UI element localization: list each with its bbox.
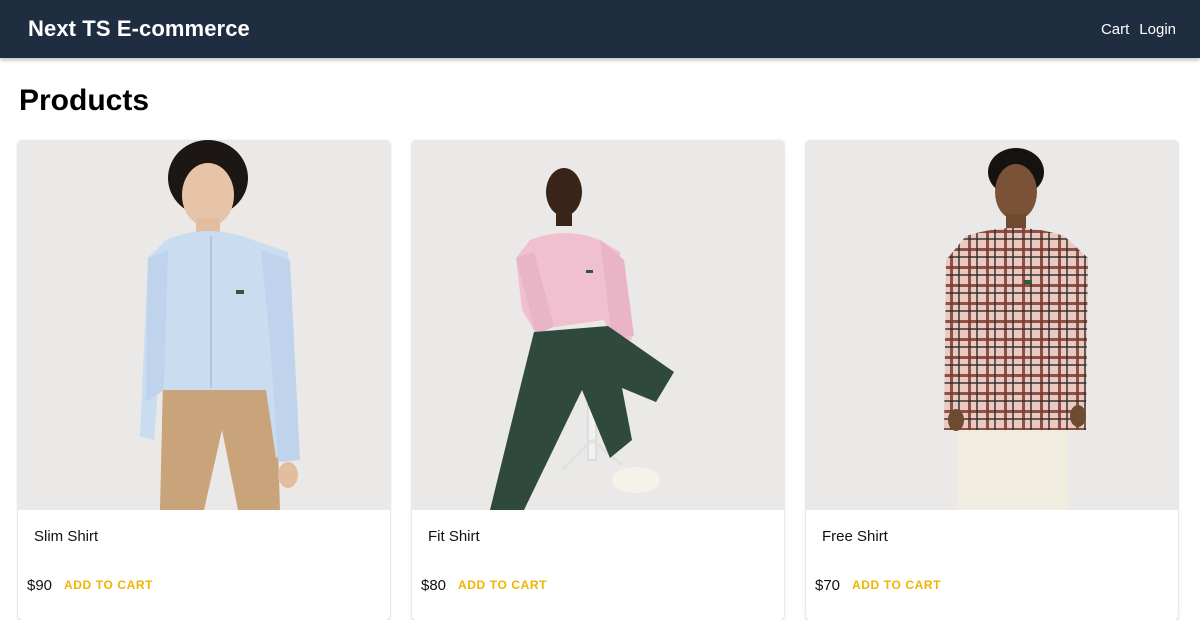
add-to-cart-button[interactable]: ADD TO CART — [458, 572, 547, 598]
add-to-cart-button[interactable]: ADD TO CART — [852, 572, 941, 598]
product-price: $80 — [421, 577, 447, 594]
product-price: $70 — [815, 577, 841, 594]
product-name: Fit Shirt — [428, 528, 480, 545]
page-title: Products — [19, 84, 150, 117]
product-card: Slim Shirt $90 ADD TO CART — [18, 140, 390, 620]
product-price: $90 — [27, 577, 53, 594]
product-image[interactable] — [806, 140, 1178, 510]
site-title[interactable]: Next TS E-commerce — [28, 16, 250, 42]
product-photo-slim-shirt — [18, 140, 390, 510]
header-nav: Cart Login — [1101, 21, 1176, 38]
product-photo-fit-shirt — [412, 140, 784, 510]
product-name: Slim Shirt — [34, 528, 99, 545]
product-image[interactable] — [18, 140, 390, 510]
product-photo-free-shirt — [806, 140, 1178, 510]
product-grid: Slim Shirt $90 ADD TO CART Fit Shirt $80… — [18, 140, 1178, 620]
cart-link[interactable]: Cart — [1101, 21, 1129, 38]
product-image[interactable] — [412, 140, 784, 510]
login-link[interactable]: Login — [1139, 21, 1176, 38]
product-card: Free Shirt $70 ADD TO CART — [806, 140, 1178, 620]
top-app-bar: Next TS E-commerce Cart Login — [0, 0, 1200, 58]
product-name: Free Shirt — [822, 528, 888, 545]
add-to-cart-button[interactable]: ADD TO CART — [64, 572, 153, 598]
product-card: Fit Shirt $80 ADD TO CART — [412, 140, 784, 620]
